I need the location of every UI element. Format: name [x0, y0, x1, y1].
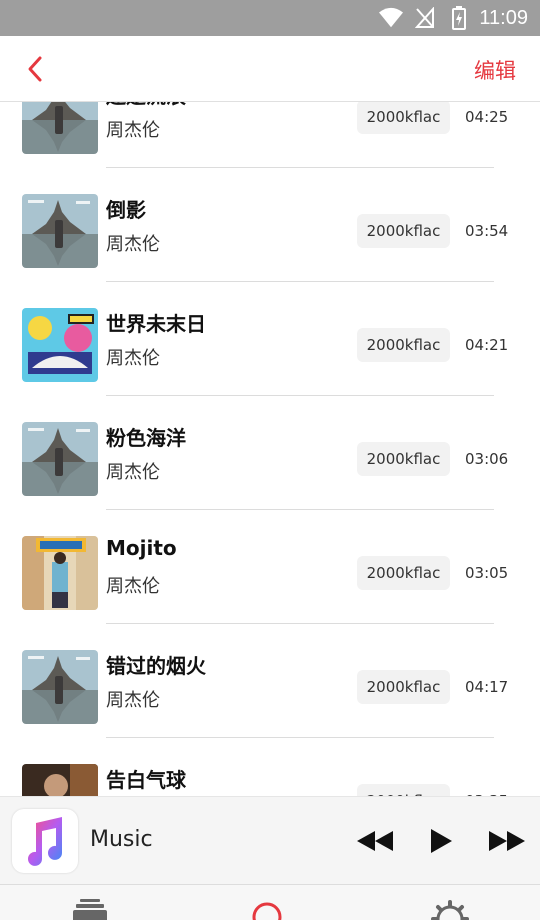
nav-library[interactable]: [70, 899, 110, 920]
song-title: 倒影: [106, 198, 146, 222]
album-cover: [22, 422, 98, 496]
search-icon: [252, 902, 282, 920]
song-title: 粉色海洋: [106, 426, 186, 450]
song-row[interactable]: 倒影周杰伦 2000kflac 03:54: [0, 168, 540, 282]
album-cover: [22, 102, 98, 154]
quality-badge: 2000kflac: [357, 670, 450, 704]
song-duration: 04:17: [465, 678, 509, 696]
music-app-icon[interactable]: [12, 809, 78, 873]
song-row[interactable]: 错过的烟火周杰伦 2000kflac 04:17: [0, 624, 540, 738]
song-duration: 04:25: [465, 108, 509, 126]
quality-badge: 2000kflac: [357, 556, 450, 590]
rewind-icon: [357, 831, 393, 851]
rewind-button[interactable]: [354, 823, 396, 859]
song-list[interactable]: 迷途流浪周杰伦2000kflac04:25倒影周杰伦2000kflac03:54…: [0, 102, 540, 796]
song-title: 错过的烟火: [106, 654, 206, 678]
fast-forward-icon: [489, 831, 525, 851]
song-artist: 周杰伦: [106, 462, 160, 483]
album-cover: [22, 536, 98, 610]
quality-badge: 2000kflac: [357, 784, 450, 796]
nav-search[interactable]: [247, 899, 287, 920]
song-row[interactable]: 告白气球周杰伦2000kflac03:35: [0, 738, 540, 796]
song-duration: 03:05: [465, 564, 509, 582]
album-cover: [22, 308, 98, 382]
quality-badge: 2000kflac: [357, 442, 450, 476]
gear-icon: [431, 900, 469, 920]
song-row[interactable]: 粉色海洋周杰伦 2000kflac 03:06: [0, 396, 540, 510]
music-note-icon: [28, 817, 63, 866]
song-artist: 周杰伦: [106, 120, 160, 141]
song-row[interactable]: Mojito 周杰伦 2000kflac 03:05: [0, 510, 540, 624]
album-cover: [22, 650, 98, 724]
quality-badge: 2000kflac: [357, 102, 450, 134]
song-title: 世界未末日: [106, 312, 206, 336]
song-artist: 周杰伦: [106, 576, 160, 597]
library-icon: [73, 899, 107, 920]
chevron-left-icon: [28, 56, 42, 82]
song-row[interactable]: 世界未末日周杰伦 2000kflac 04:21: [0, 282, 540, 396]
back-button[interactable]: [18, 52, 52, 86]
mini-player[interactable]: Music: [0, 796, 540, 884]
album-cover: [22, 194, 98, 268]
quality-badge: 2000kflac: [357, 214, 450, 248]
song-title: 迷途流浪: [106, 102, 186, 109]
clock-time: 11:09: [479, 6, 528, 29]
wifi-icon: [379, 6, 404, 30]
song-row[interactable]: 迷途流浪周杰伦 2000kflac 04:25: [0, 102, 540, 168]
song-duration: 03:06: [465, 450, 509, 468]
song-artist: 周杰伦: [106, 690, 160, 711]
nav-settings[interactable]: [430, 899, 470, 920]
song-duration: 04:21: [465, 336, 509, 354]
song-duration: 03:54: [465, 222, 509, 240]
app-bar: 编辑: [0, 36, 540, 102]
edit-button[interactable]: 编辑: [474, 55, 516, 85]
fast-forward-button[interactable]: [486, 823, 528, 859]
album-cover: [22, 764, 98, 796]
battery-charging-icon: [447, 6, 471, 30]
no-signal-icon: [413, 6, 437, 30]
player-title: Music: [90, 827, 153, 852]
status-bar: 11:09: [0, 0, 540, 36]
song-artist: 周杰伦: [106, 234, 160, 255]
song-artist: 周杰伦: [106, 348, 160, 369]
song-title: 告白气球: [106, 768, 186, 792]
song-title: Mojito: [106, 536, 177, 560]
quality-badge: 2000kflac: [357, 328, 450, 362]
bottom-nav: [0, 884, 540, 920]
play-icon: [431, 829, 452, 853]
play-button[interactable]: [424, 823, 458, 859]
